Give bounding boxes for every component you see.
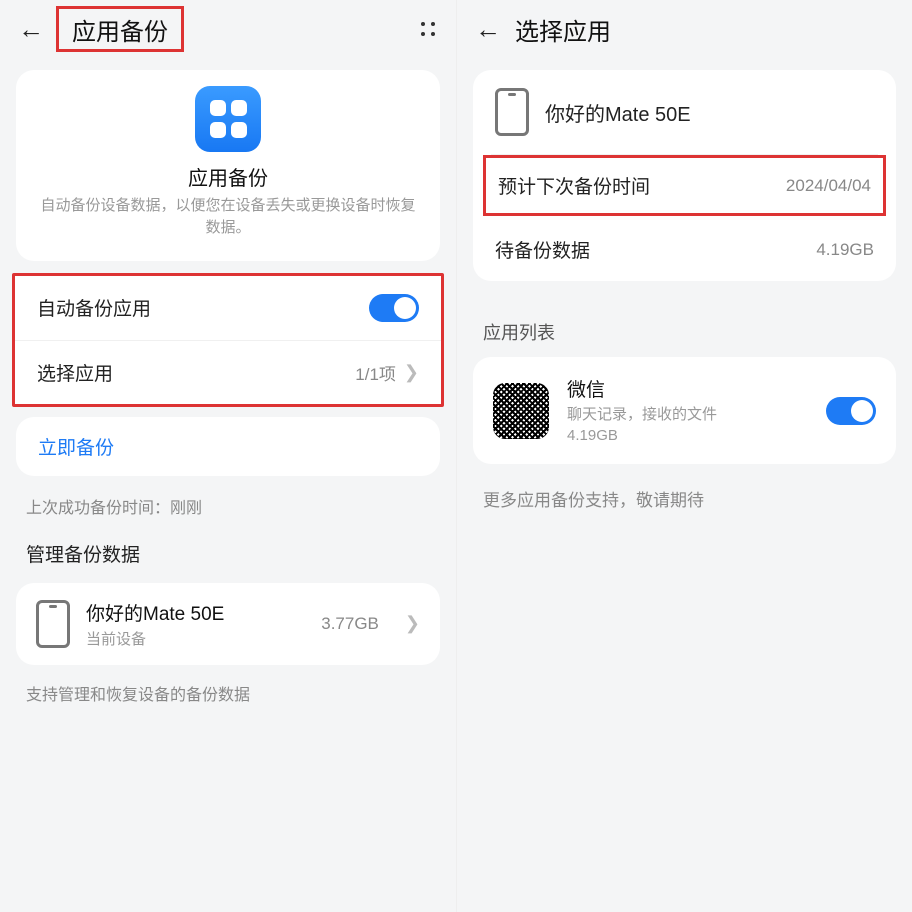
pending-data-row: 待备份数据 4.19GB [473, 218, 896, 281]
last-backup-text: 上次成功备份时间：刚刚 [0, 484, 456, 532]
left-pane: ← 应用备份 应用备份 自动备份设备数据，以便您在设备丢失或更换设备时恢复数据。… [0, 0, 456, 912]
title-highlight-box: 应用备份 [56, 6, 184, 52]
device-row: 你好的Mate 50E [473, 70, 896, 154]
device-name: 你好的Mate 50E [86, 599, 305, 626]
select-app-value: 1/1项 [355, 360, 396, 385]
support-text: 支持管理和恢复设备的备份数据 [0, 671, 456, 719]
backup-now-link[interactable]: 立即备份 [38, 438, 114, 459]
right-pane: ← 选择应用 你好的Mate 50E 预计下次备份时间 2024/04/04 待… [456, 0, 912, 912]
select-app-row[interactable]: 选择应用 1/1项 ❯ [15, 341, 441, 404]
app-backup-icon [195, 86, 261, 152]
device-info-card: 你好的Mate 50E 预计下次备份时间 2024/04/04 待备份数据 4.… [473, 70, 896, 281]
hero-card: 应用备份 自动备份设备数据，以便您在设备丢失或更换设备时恢复数据。 [16, 70, 440, 261]
device-row[interactable]: 你好的Mate 50E 当前设备 3.77GB ❯ [16, 583, 440, 665]
next-backup-highlight-box: 预计下次备份时间 2024/04/04 [483, 155, 886, 216]
page-title: 选择应用 [515, 12, 611, 47]
app-toggle[interactable] [826, 397, 876, 425]
chevron-right-icon: ❯ [405, 613, 420, 634]
select-app-label: 选择应用 [37, 359, 113, 386]
phone-icon [495, 88, 529, 136]
device-name: 你好的Mate 50E [545, 98, 691, 127]
next-backup-row: 预计下次备份时间 2024/04/04 [486, 158, 883, 213]
wechat-qr-icon [493, 383, 549, 439]
device-size: 3.77GB [321, 614, 379, 634]
device-sub: 当前设备 [86, 628, 305, 649]
back-icon[interactable]: ← [475, 16, 501, 42]
app-name: 微信 [567, 375, 808, 402]
app-sub: 聊天记录，接收的文件 4.19GB [567, 404, 808, 446]
right-header: ← 选择应用 [457, 0, 912, 58]
more-icon[interactable] [418, 19, 438, 39]
pending-value: 4.19GB [816, 240, 874, 260]
app-list-label: 应用列表 [457, 293, 912, 357]
auto-backup-toggle[interactable] [369, 294, 419, 322]
highlighted-settings-box: 自动备份应用 选择应用 1/1项 ❯ [12, 273, 444, 407]
auto-backup-row[interactable]: 自动备份应用 [15, 276, 441, 341]
app-row-wechat[interactable]: 微信 聊天记录，接收的文件 4.19GB [473, 357, 896, 464]
hero-title: 应用备份 [38, 162, 418, 191]
backup-now-row[interactable]: 立即备份 [16, 417, 440, 476]
left-header: ← 应用备份 [0, 0, 456, 58]
hero-description: 自动备份设备数据，以便您在设备丢失或更换设备时恢复数据。 [38, 195, 418, 239]
next-backup-label: 预计下次备份时间 [498, 172, 650, 199]
auto-backup-label: 自动备份应用 [37, 294, 151, 321]
manage-section-label: 管理备份数据 [0, 532, 456, 577]
pending-label: 待备份数据 [495, 236, 590, 263]
page-title: 应用备份 [72, 12, 168, 47]
chevron-right-icon: ❯ [404, 362, 419, 383]
next-backup-value: 2024/04/04 [786, 176, 871, 196]
more-support-text: 更多应用备份支持，敬请期待 [457, 464, 912, 533]
back-icon[interactable]: ← [18, 16, 44, 42]
phone-icon [36, 600, 70, 648]
